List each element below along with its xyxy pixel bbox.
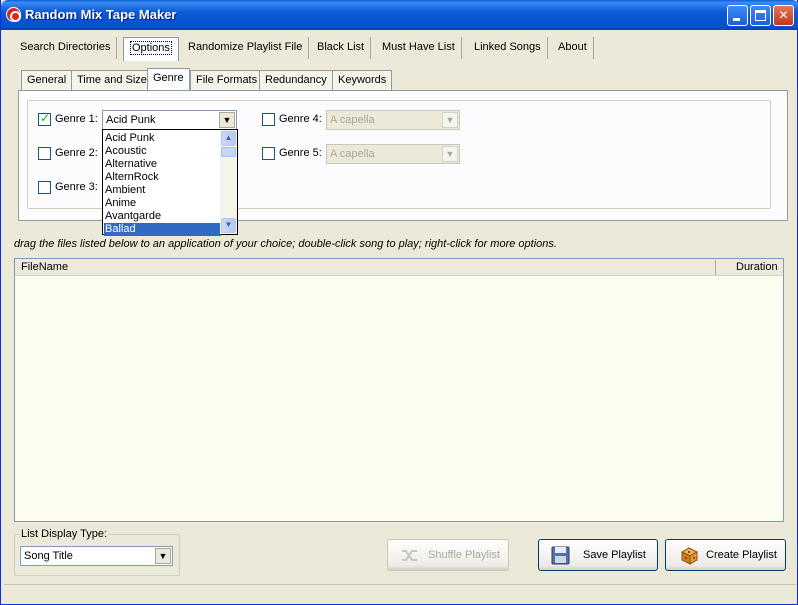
create-playlist-button[interactable]: Create Playlist xyxy=(665,539,786,571)
app-window: Random Mix Tape Maker ✕ Search Directori… xyxy=(0,0,798,605)
maximize-button[interactable] xyxy=(750,5,771,26)
column-header-filename[interactable]: FileName xyxy=(21,259,68,276)
app-icon xyxy=(6,7,21,22)
genre1-label: Genre 1: xyxy=(55,113,98,125)
maximize-icon xyxy=(755,10,766,21)
genre4-checkbox[interactable] xyxy=(262,113,275,126)
subtab-keywords[interactable]: Keywords xyxy=(332,70,393,90)
tab-randomize-playlist-file[interactable]: Randomize Playlist File xyxy=(182,37,310,59)
genre2-checkbox[interactable] xyxy=(38,147,51,160)
create-playlist-label: Create Playlist xyxy=(706,549,777,561)
status-bar xyxy=(4,584,796,601)
dropdown-option[interactable]: Acid Punk xyxy=(104,132,221,145)
dropdown-option[interactable]: Avantgarde xyxy=(104,210,221,223)
subtab-general[interactable]: General xyxy=(21,70,73,90)
dropdown-option[interactable]: Ambient xyxy=(104,184,221,197)
genre3-label: Genre 3: xyxy=(55,181,98,193)
dropdown-option[interactable]: Alternative xyxy=(104,158,221,171)
scroll-down-icon[interactable]: ▼ xyxy=(221,218,236,233)
list-display-select[interactable]: Song Title ▼ xyxy=(20,546,173,566)
column-header-duration[interactable]: Duration xyxy=(736,259,778,276)
list-display-value: Song Title xyxy=(24,550,73,562)
shuffle-playlist-button: Shuffle Playlist xyxy=(387,539,509,571)
close-button[interactable]: ✕ xyxy=(773,5,794,26)
listview-header: FileName Duration xyxy=(15,259,783,276)
tab-search-directories[interactable]: Search Directories xyxy=(14,37,118,59)
drag-hint-text: drag the files listed below to an applic… xyxy=(14,238,557,250)
tab-linked-songs[interactable]: Linked Songs xyxy=(468,37,548,59)
shuffle-icon xyxy=(402,550,417,561)
dropdown-option[interactable]: Anime xyxy=(104,197,221,210)
chevron-down-icon[interactable]: ▼ xyxy=(219,112,235,128)
scrollbar-thumb[interactable] xyxy=(221,147,236,157)
chevron-down-icon: ▼ xyxy=(442,112,458,128)
file-listview[interactable]: FileName Duration xyxy=(14,258,784,522)
genre5-select-value: A capella xyxy=(330,148,375,160)
save-playlist-label: Save Playlist xyxy=(583,549,646,561)
genre5-checkbox[interactable] xyxy=(262,147,275,160)
chevron-down-icon[interactable]: ▼ xyxy=(155,548,171,564)
dice-icon xyxy=(680,547,699,565)
tab-black-list[interactable]: Black List xyxy=(311,37,372,59)
list-display-label: List Display Type: xyxy=(20,528,109,540)
shuffle-playlist-label: Shuffle Playlist xyxy=(428,549,500,561)
save-playlist-button[interactable]: Save Playlist xyxy=(538,539,658,571)
subtab-genre[interactable]: Genre xyxy=(147,68,190,91)
subtab-redundancy[interactable]: Redundancy xyxy=(259,70,333,90)
subtab-time-and-size[interactable]: Time and Size xyxy=(71,70,153,90)
tab-must-have-list[interactable]: Must Have List xyxy=(376,37,462,59)
genre1-checkbox[interactable] xyxy=(38,111,51,126)
column-divider[interactable] xyxy=(715,260,716,275)
genre4-select-value: A capella xyxy=(330,114,375,126)
dropdown-scrollbar[interactable]: ▲ ▼ xyxy=(220,130,237,234)
genre5-select: A capella ▼ xyxy=(326,144,460,164)
genre3-checkbox[interactable] xyxy=(38,181,51,194)
genre1-select-value: Acid Punk xyxy=(106,114,156,126)
genre5-label: Genre 5: xyxy=(279,147,322,159)
minimize-button[interactable] xyxy=(727,5,748,26)
tab-about[interactable]: About xyxy=(552,37,594,59)
dropdown-option-selected[interactable]: Ballad xyxy=(104,223,221,236)
scroll-up-icon[interactable]: ▲ xyxy=(221,131,236,146)
close-icon: ✕ xyxy=(778,8,789,22)
subtab-file-formats[interactable]: File Formats xyxy=(190,70,264,90)
genre2-label: Genre 2: xyxy=(55,147,98,159)
dropdown-option[interactable]: Acoustic xyxy=(104,145,221,158)
dropdown-option[interactable]: AlternRock xyxy=(104,171,221,184)
genre1-select[interactable]: Acid Punk ▼ xyxy=(102,110,237,130)
minimize-icon xyxy=(733,18,740,21)
genre4-select: A capella ▼ xyxy=(326,110,460,130)
chevron-down-icon: ▼ xyxy=(442,146,458,162)
floppy-disk-icon xyxy=(551,546,570,565)
title-bar[interactable]: Random Mix Tape Maker ✕ xyxy=(1,0,798,30)
genre1-dropdown-list[interactable]: Acid Punk Acoustic Alternative AlternRoc… xyxy=(102,129,238,236)
tab-options-label: Options xyxy=(130,41,172,55)
tab-options[interactable]: Options xyxy=(123,37,179,61)
genre4-label: Genre 4: xyxy=(279,113,322,125)
window-title: Random Mix Tape Maker xyxy=(25,7,177,22)
